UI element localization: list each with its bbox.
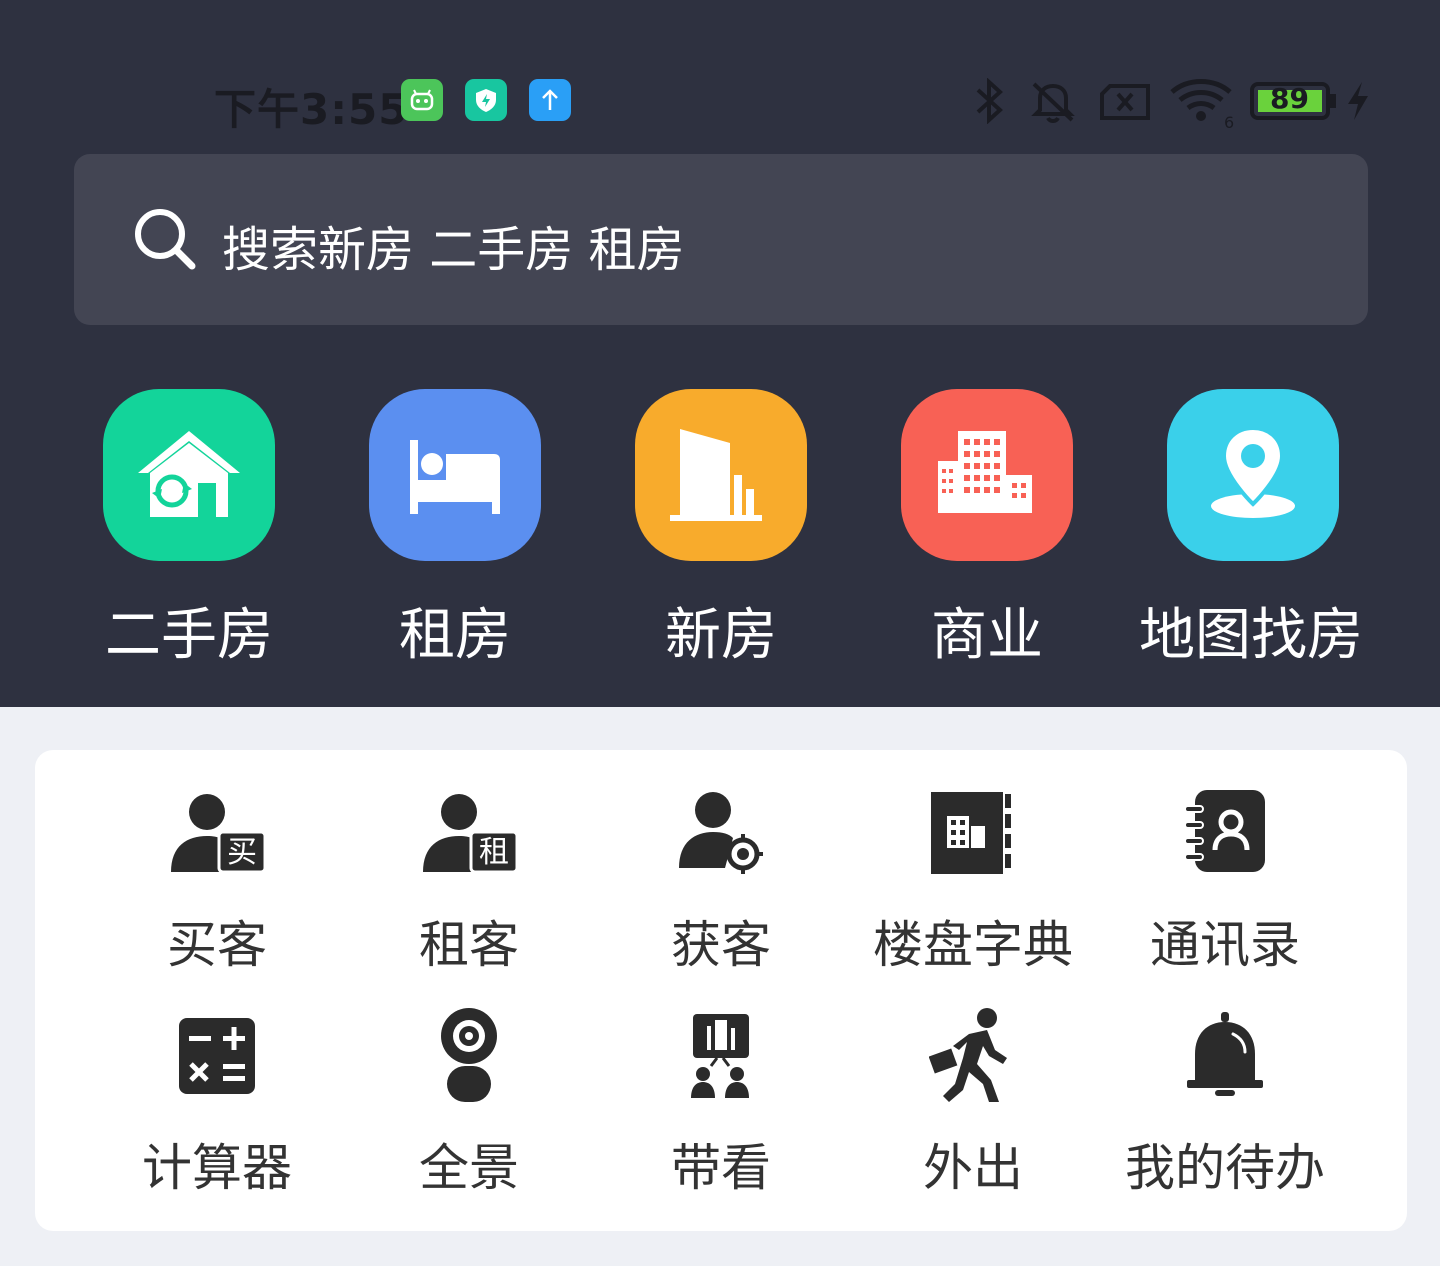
contacts-icon: [1184, 790, 1265, 872]
no-sim-icon: [1098, 78, 1154, 128]
map-pin-icon: [1211, 425, 1295, 518]
status-bar: 下午3:55 6 89: [0, 70, 1440, 134]
quick-entry-new-house[interactable]: [635, 389, 807, 561]
wifi-icon: 6: [1170, 78, 1236, 134]
quick-entry-commercial[interactable]: [901, 389, 1073, 561]
calculator-icon: [179, 1018, 255, 1094]
tool-label: 买客: [167, 916, 267, 974]
viewing-icon: [691, 1014, 749, 1098]
buyer-icon: 买: [171, 794, 267, 874]
quick-entry-map[interactable]: [1167, 389, 1339, 561]
wifi-sub-label: 6: [1224, 113, 1234, 130]
quick-entry-label: 新房: [665, 603, 777, 668]
mute-icon: [1024, 78, 1082, 128]
tool-label: 带看: [671, 1139, 771, 1197]
search-placeholder: 搜索新房 二手房 租房: [222, 222, 685, 278]
tool-label: 通讯录: [1150, 916, 1300, 974]
header-area: 下午3:55 6 89 搜索新房 二手房 租房 二手房 租房 新房 商业 地图找…: [0, 0, 1440, 707]
quick-entry-secondhand[interactable]: [103, 389, 275, 561]
quick-entry-label: 租房: [399, 603, 511, 668]
tool-label: 我的待办: [1125, 1139, 1325, 1197]
buyer-badge: 买: [227, 835, 257, 870]
house-sync-icon: [138, 431, 240, 517]
office-buildings-icon: [938, 431, 1032, 513]
quick-entry-label: 地图找房: [1139, 603, 1363, 668]
android-app-icon: [401, 79, 443, 121]
tool-label: 全景: [419, 1139, 519, 1197]
panorama-camera-icon: [441, 1008, 497, 1102]
search-icon: [132, 206, 198, 276]
upload-app-icon: [529, 79, 571, 121]
quick-entry-rent[interactable]: [369, 389, 541, 561]
acquire-customer-icon: [679, 792, 763, 874]
bell-icon: [1187, 1012, 1263, 1096]
quick-entry-label: 二手房: [105, 603, 273, 668]
status-time: 下午3:55: [214, 85, 409, 134]
charging-icon: [1344, 78, 1372, 128]
battery-level: 89: [1270, 82, 1309, 115]
bluetooth-icon: [972, 77, 1006, 128]
tenant-icon: 租: [423, 794, 519, 874]
quick-entry-label: 商业: [931, 603, 1043, 668]
building-icon: [670, 429, 762, 521]
security-app-icon: [465, 79, 507, 121]
tools-card: 买 买客 租 租客 获客 楼盘字典 通讯录 计算器 全景 带看 外出 我的待办: [35, 750, 1407, 1231]
tool-label: 租客: [419, 916, 519, 974]
tool-label: 外出: [923, 1139, 1023, 1197]
tenant-badge: 租: [479, 835, 509, 870]
going-out-icon: [929, 1008, 1007, 1102]
property-dictionary-icon: [931, 792, 1011, 874]
tool-label: 楼盘字典: [873, 916, 1073, 974]
bed-icon: [410, 440, 500, 514]
tool-label: 获客: [671, 916, 771, 974]
tool-label: 计算器: [142, 1139, 292, 1197]
